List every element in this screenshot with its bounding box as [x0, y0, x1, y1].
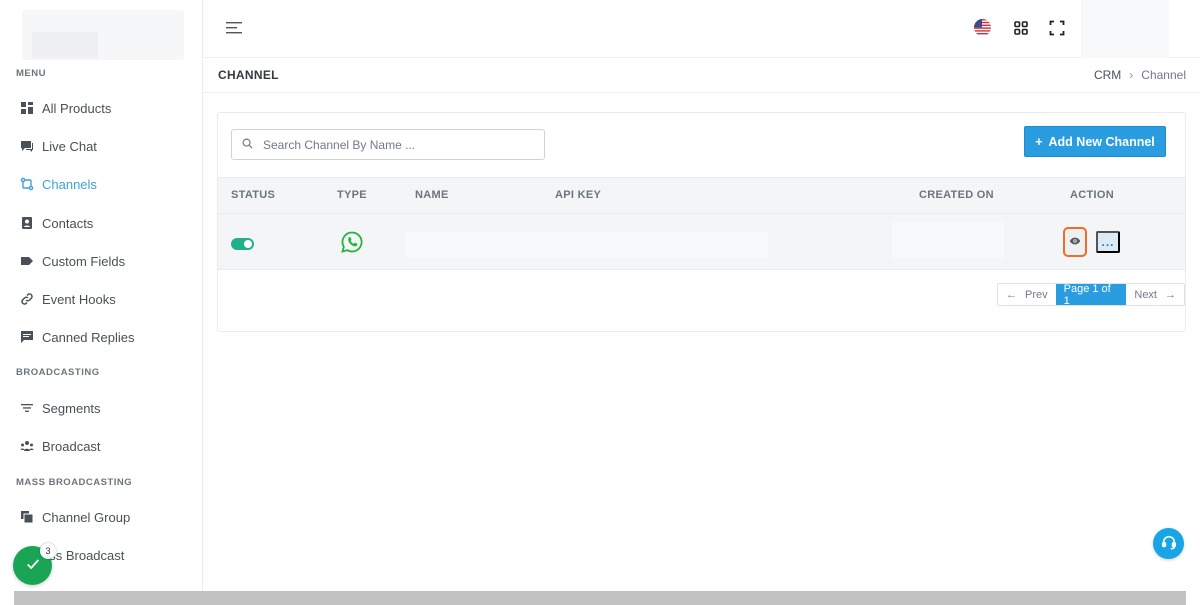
channels-icon — [20, 177, 34, 191]
channel-card: + Add New Channel STATUS TYPE NAME API K… — [217, 112, 1186, 332]
users-icon — [20, 439, 34, 453]
sidebar-item-custom-fields[interactable]: Custom Fields — [20, 251, 125, 271]
user-profile-area[interactable] — [1081, 0, 1169, 58]
search-icon — [242, 136, 253, 154]
us-flag-icon[interactable] — [974, 19, 991, 36]
hamburger-menu-icon[interactable] — [225, 20, 243, 36]
support-chat-button[interactable] — [1153, 528, 1184, 559]
sidebar-item-broadcast[interactable]: Broadcast — [20, 436, 101, 456]
page-title: CHANNEL — [218, 68, 279, 82]
sidebar-item-segments[interactable]: Segments — [20, 398, 101, 418]
sidebar-item-canned-replies[interactable]: Canned Replies — [20, 327, 135, 347]
more-actions-button[interactable]: ... — [1096, 231, 1120, 253]
add-new-channel-label: Add New Channel — [1048, 134, 1155, 149]
divider — [203, 92, 1200, 93]
sidebar-item-label: Custom Fields — [42, 253, 126, 269]
whatsapp-icon — [340, 230, 364, 254]
sidebar-item-all-products[interactable]: All Products — [20, 98, 111, 118]
menu-section-title: MENU — [16, 68, 46, 79]
breadcrumb-crm[interactable]: CRM — [1094, 68, 1121, 82]
current-page-indicator: Page 1 of 1 — [1055, 284, 1127, 305]
checkmark-icon — [25, 556, 41, 575]
chat-icon — [20, 139, 34, 153]
app-logo[interactable] — [22, 10, 184, 60]
topbar — [203, 0, 1200, 58]
view-channel-button[interactable] — [1063, 227, 1087, 257]
sidebar-item-live-chat[interactable]: Live Chat — [20, 136, 97, 156]
next-label: Next — [1134, 288, 1157, 301]
headset-icon — [1161, 534, 1177, 553]
column-created-on[interactable]: CREATED ON — [919, 189, 994, 201]
breadcrumb-channel: Channel — [1141, 68, 1186, 82]
mass-broadcasting-section-title: MASS BROADCASTING — [16, 477, 133, 488]
sidebar-item-label: All Products — [42, 100, 112, 116]
column-status[interactable]: STATUS — [231, 189, 275, 201]
eye-icon — [1069, 235, 1081, 250]
contact-book-icon — [20, 216, 34, 230]
sidebar-item-channel-group[interactable]: Channel Group — [20, 507, 130, 527]
filter-icon — [20, 401, 34, 415]
sidebar-item-label: Contacts — [42, 215, 94, 231]
table-row: ... — [218, 214, 1185, 270]
message-icon — [20, 330, 34, 344]
table-header: STATUS TYPE NAME API KEY CREATED ON ACTI… — [218, 177, 1185, 214]
sidebar: MENU All Products Live Chat Channels Con… — [0, 0, 203, 605]
channel-name-cell — [406, 232, 768, 258]
link-icon — [20, 292, 34, 306]
search-input[interactable] — [263, 137, 533, 152]
fullscreen-icon[interactable] — [1049, 20, 1065, 36]
sidebar-item-label: Live Chat — [42, 138, 97, 154]
sidebar-item-label: Broadcast — [42, 438, 101, 454]
column-api-key[interactable]: API KEY — [555, 189, 601, 201]
sidebar-item-event-hooks[interactable]: Event Hooks — [20, 289, 116, 309]
plus-icon: + — [1035, 134, 1043, 149]
sidebar-item-label: Channels — [42, 176, 97, 192]
prev-page-button[interactable]: ← Prev — [998, 284, 1056, 305]
pagination: ← Prev Page 1 of 1 Next → — [997, 283, 1185, 306]
sidebar-item-label: Segments — [42, 400, 101, 416]
column-type[interactable]: TYPE — [337, 189, 367, 201]
horizontal-scrollbar[interactable] — [14, 591, 1186, 605]
notification-count-badge: 3 — [40, 543, 56, 559]
column-name[interactable]: NAME — [415, 189, 449, 201]
sidebar-item-contacts[interactable]: Contacts — [20, 213, 93, 233]
sidebar-item-channels[interactable]: Channels — [20, 174, 97, 194]
grid-icon — [20, 101, 34, 115]
apps-grid-icon[interactable] — [1013, 20, 1029, 36]
sidebar-item-label: Event Hooks — [42, 291, 116, 307]
arrow-right-icon: → — [1165, 288, 1176, 301]
created-on-cell — [892, 222, 1004, 258]
next-page-button[interactable]: Next → — [1126, 284, 1184, 305]
column-action: ACTION — [1070, 189, 1114, 201]
prev-label: Prev — [1025, 288, 1048, 301]
sidebar-item-label: Channel Group — [42, 509, 131, 525]
sidebar-item-label: Canned Replies — [42, 329, 135, 345]
broadcasting-section-title: BROADCASTING — [16, 367, 100, 378]
status-toggle[interactable] — [231, 238, 254, 250]
search-box[interactable] — [231, 129, 545, 160]
tag-icon — [20, 254, 34, 268]
arrow-left-icon: ← — [1006, 288, 1017, 301]
chevron-right-icon: › — [1129, 68, 1134, 82]
breadcrumb: CRM › Channel — [1094, 68, 1186, 82]
add-new-channel-button[interactable]: + Add New Channel — [1024, 126, 1166, 157]
layers-icon — [20, 510, 34, 524]
